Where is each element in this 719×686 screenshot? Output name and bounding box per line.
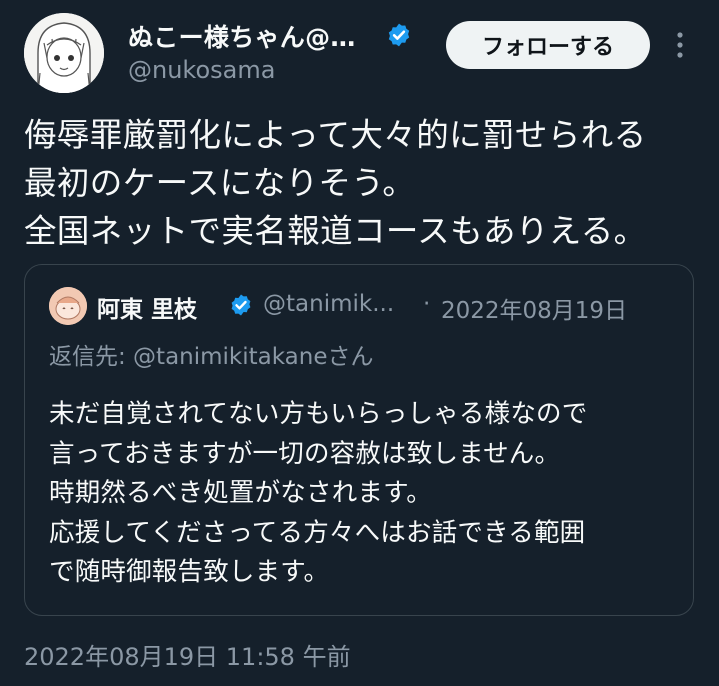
follow-button[interactable]: フォローする <box>446 21 650 69</box>
author-avatar[interactable] <box>24 13 104 93</box>
verified-badge-icon <box>231 294 251 316</box>
avatar-icon <box>49 287 87 325</box>
quote-author-name: 阿東 里枝 <box>97 297 198 323</box>
author-handle[interactable]: @nukosama <box>128 56 275 84</box>
tweet-text: 侮辱罪厳罰化によって大々的に罰せられる 最初のケースになりそう。 全国ネットで実… <box>24 116 647 250</box>
author-display-name[interactable]: ぬこー様ちゃん@… <box>128 18 356 54</box>
more-options-icon[interactable] <box>668 28 692 62</box>
quote-author-handle: @tanimik... <box>263 291 395 317</box>
avatar-icon <box>24 13 104 93</box>
quote-text: 未だ自覚されてない方もいらっしゃる様なので 言っておきますが一切の容赦は致しませ… <box>49 399 588 587</box>
quote-separator: · <box>423 291 431 317</box>
tweet-timestamp[interactable]: 2022年08月19日 11:58 午前 <box>24 637 351 672</box>
quote-date: 2022年08月19日 <box>441 298 628 324</box>
quote-reply-to: 返信先: @tanimikitakaneさん <box>49 344 374 370</box>
verified-badge-icon <box>388 23 410 47</box>
quoted-tweet-card[interactable]: 阿東 里枝 @tanimik... · 2022年08月19日 返信先: @ta… <box>24 264 694 616</box>
quote-author-avatar <box>49 287 87 325</box>
